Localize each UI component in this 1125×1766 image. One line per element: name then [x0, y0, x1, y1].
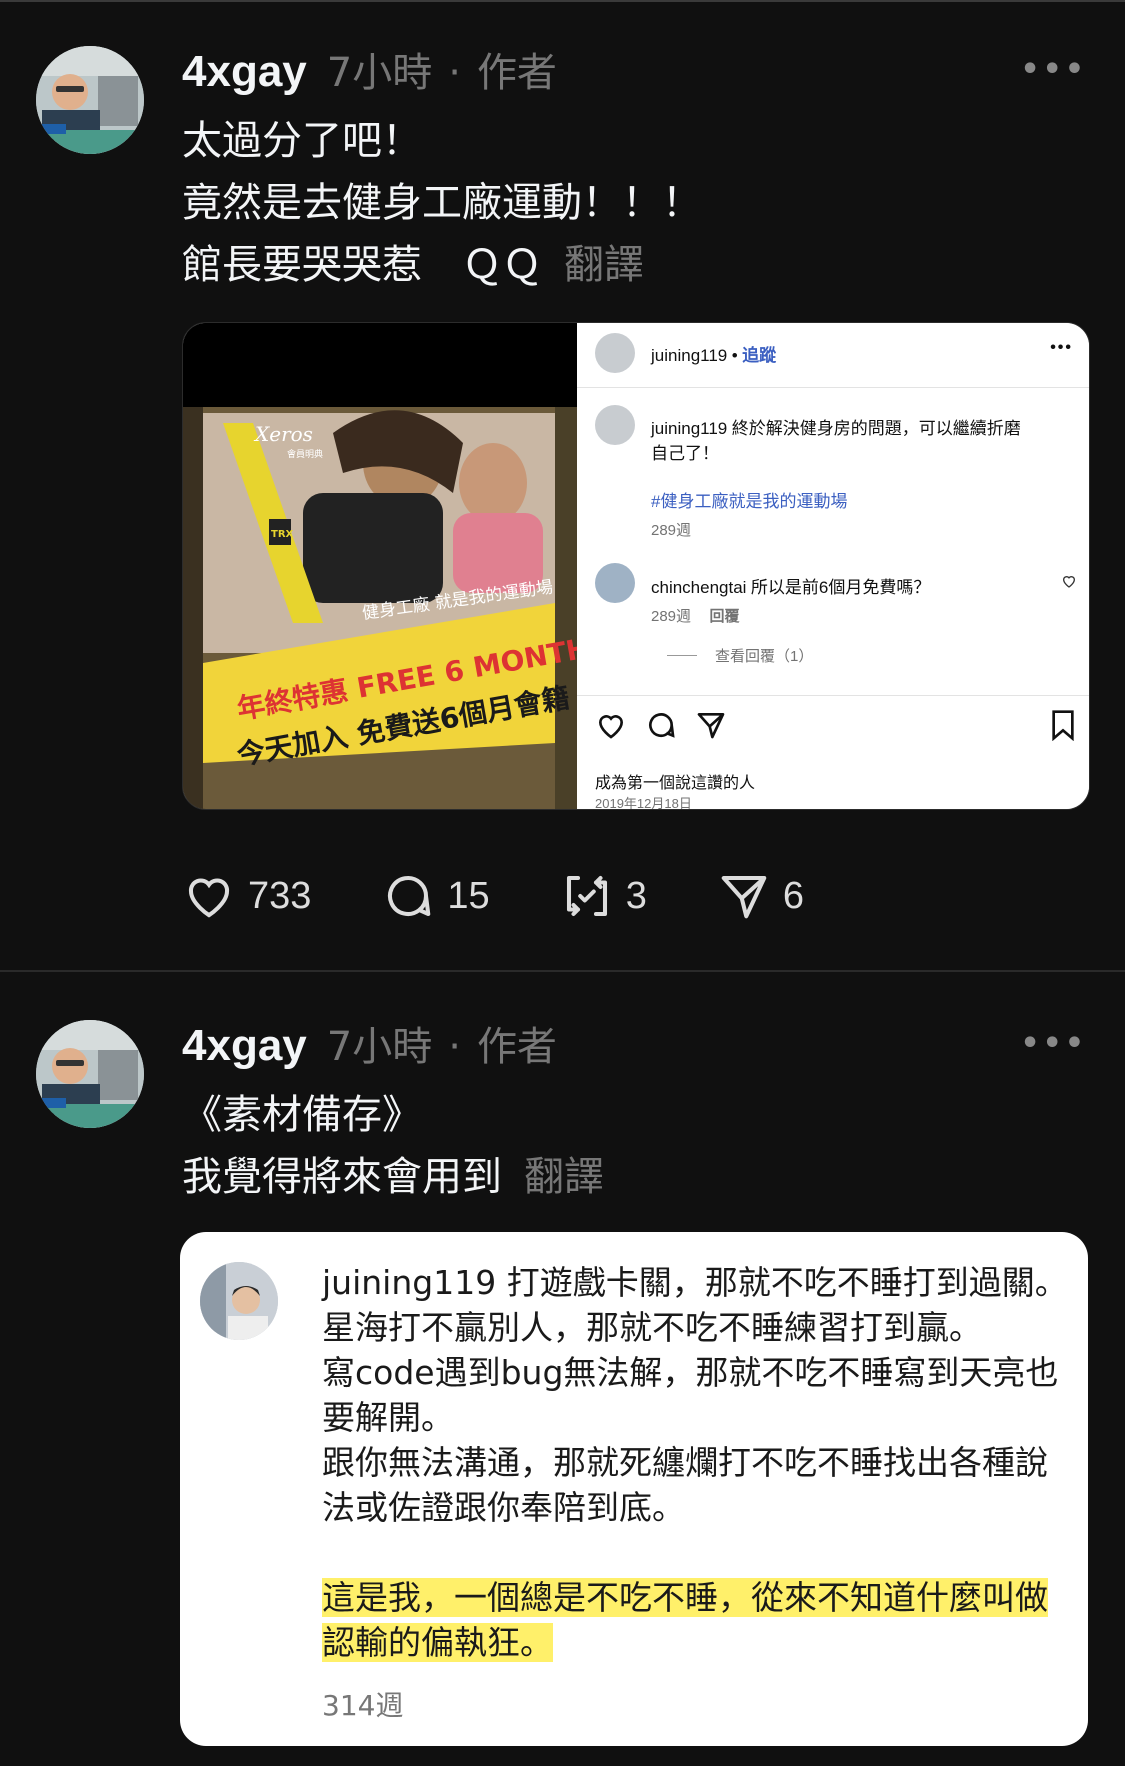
post-line: 太過分了吧！ — [182, 118, 422, 164]
translate-link[interactable]: 翻譯 — [564, 242, 644, 288]
more-options-button[interactable]: ••• — [1020, 52, 1087, 87]
divider — [577, 695, 1089, 696]
ig-follow-button[interactable]: 追蹤 — [742, 346, 776, 365]
author-badge: 作者 — [476, 1024, 557, 1070]
avatar[interactable] — [36, 46, 144, 154]
comment-line: 跟你無法溝通，那就死纏爛打不吃不睡找出各種說 — [322, 1443, 1048, 1482]
heart-icon — [188, 878, 230, 918]
comment-text: 所以是前6個月免費嗎？ — [750, 578, 931, 597]
comment-button[interactable]: 15 — [381, 869, 490, 923]
ig-bookmark-icon[interactable] — [1049, 709, 1077, 746]
likes-prompt: 成為第一個說這讚的人 — [595, 775, 756, 792]
separator: · — [448, 1024, 461, 1070]
top-divider — [0, 0, 1125, 2]
post-body: 太過分了吧！ 竟然是去健身工廠運動！！！ 館長要哭哭惹 ＱＱ 翻譯 — [182, 110, 702, 296]
caption-text: 自己了！ — [651, 444, 719, 463]
ig-more-icon[interactable]: ••• — [1050, 339, 1073, 357]
repost-count: 3 — [625, 874, 647, 917]
avatar[interactable] — [36, 1020, 144, 1128]
ig-commenter-avatar[interactable] — [595, 563, 635, 603]
highlighted-line: 認輸的偏執狂。 — [322, 1623, 553, 1662]
hashtag-link[interactable]: #健身工廠就是我的運動場 — [651, 487, 847, 512]
ig-account[interactable]: juining119 — [651, 346, 727, 365]
ig-avatar[interactable] — [595, 333, 635, 373]
reply-button[interactable]: 回覆 — [709, 608, 739, 625]
comment-time: 289週 — [651, 608, 692, 625]
repost-icon — [566, 875, 607, 917]
author-badge: 作者 — [476, 50, 557, 96]
post-time: 7小時 — [326, 50, 433, 96]
username[interactable]: 4xgay — [182, 47, 307, 97]
post-line: 館長要哭哭惹 ＱＱ — [182, 242, 542, 288]
repost-button[interactable]: 3 — [560, 869, 647, 923]
post-time: 7小時 — [326, 1024, 433, 1070]
embedded-comment-screenshot[interactable]: juining119 打遊戲卡關，那就不吃不睡打到過關。 星海打不贏別人，那就不… — [180, 1232, 1088, 1746]
caption-text: 終於解決健身房的問題，可以繼續折磨 — [731, 419, 1021, 438]
divider — [577, 387, 1089, 388]
caption-time: 289週 — [651, 522, 692, 539]
commenter-avatar — [200, 1262, 278, 1340]
like-button[interactable]: 733 — [182, 869, 311, 923]
translate-link[interactable]: 翻譯 — [524, 1154, 604, 1200]
separator: · — [448, 50, 461, 96]
post-divider — [0, 970, 1125, 972]
comment-count: 15 — [447, 874, 490, 917]
comment-user[interactable]: chinchengtai — [651, 578, 746, 597]
action-bar: 733 15 3 6 — [182, 868, 874, 924]
ig-avatar — [595, 405, 635, 445]
comment-like-icon[interactable] — [1061, 573, 1077, 594]
more-options-button[interactable]: ••• — [1020, 1026, 1087, 1061]
separator: • — [731, 346, 738, 365]
comment-line: 法或佐證跟你奉陪到底。 — [322, 1488, 685, 1527]
comment-body: juining119 打遊戲卡關，那就不吃不睡打到過關。 星海打不贏別人，那就不… — [322, 1260, 1072, 1665]
view-replies-button[interactable]: 查看回覆（1） — [715, 645, 813, 666]
share-button[interactable]: 6 — [717, 869, 804, 923]
embedded-image[interactable]: 健身工廠 就是我的運動場 年終特惠 FREE 6 MONTH 今天加入 免費送6… — [182, 322, 1090, 810]
comment-line: 打遊戲卡關，那就不吃不睡打到過關。 — [506, 1263, 1068, 1302]
comment-user: juining119 — [322, 1263, 497, 1302]
poster-brand-sub: 會員明典 — [287, 448, 323, 460]
ig-share-icon[interactable] — [695, 709, 727, 746]
post-line: 我覺得將來會用到 — [182, 1154, 502, 1200]
poster-photo: 健身工廠 就是我的運動場 年終特惠 FREE 6 MONTH 今天加入 免費送6… — [183, 323, 577, 809]
share-count: 6 — [782, 874, 804, 917]
username[interactable]: 4xgay — [182, 1021, 307, 1071]
like-count: 733 — [248, 874, 312, 917]
ig-like-icon[interactable] — [595, 709, 627, 746]
post-body: 《素材備存》 我覺得將來會用到 翻譯 — [182, 1084, 604, 1208]
comment-line: 寫code遇到bug無法解，那就不吃不睡寫到天亮也 — [322, 1353, 1059, 1392]
ig-comment-icon[interactable] — [645, 709, 677, 746]
trx-tag: TRX — [271, 529, 294, 540]
poster-brand: Xeros — [253, 422, 313, 446]
comment-icon — [388, 875, 431, 917]
instagram-panel: juining119 • 追蹤 ••• juining119 終於解決健身房的問… — [577, 323, 1089, 809]
comment-time: 314週 — [322, 1689, 404, 1722]
post-date: 2019年12月18日 — [595, 796, 692, 810]
post-line: 竟然是去健身工廠運動！！！ — [182, 180, 702, 226]
send-icon — [721, 875, 767, 919]
comment-line: 要解開。 — [322, 1398, 454, 1437]
comment-line: 星海打不贏別人，那就不吃不睡練習打到贏。 — [322, 1308, 982, 1347]
post-line: 《素材備存》 — [182, 1092, 422, 1138]
caption-user[interactable]: juining119 — [651, 419, 727, 438]
highlighted-line: 這是我，一個總是不吃不睡，從來不知道什麼叫做 — [322, 1578, 1048, 1617]
